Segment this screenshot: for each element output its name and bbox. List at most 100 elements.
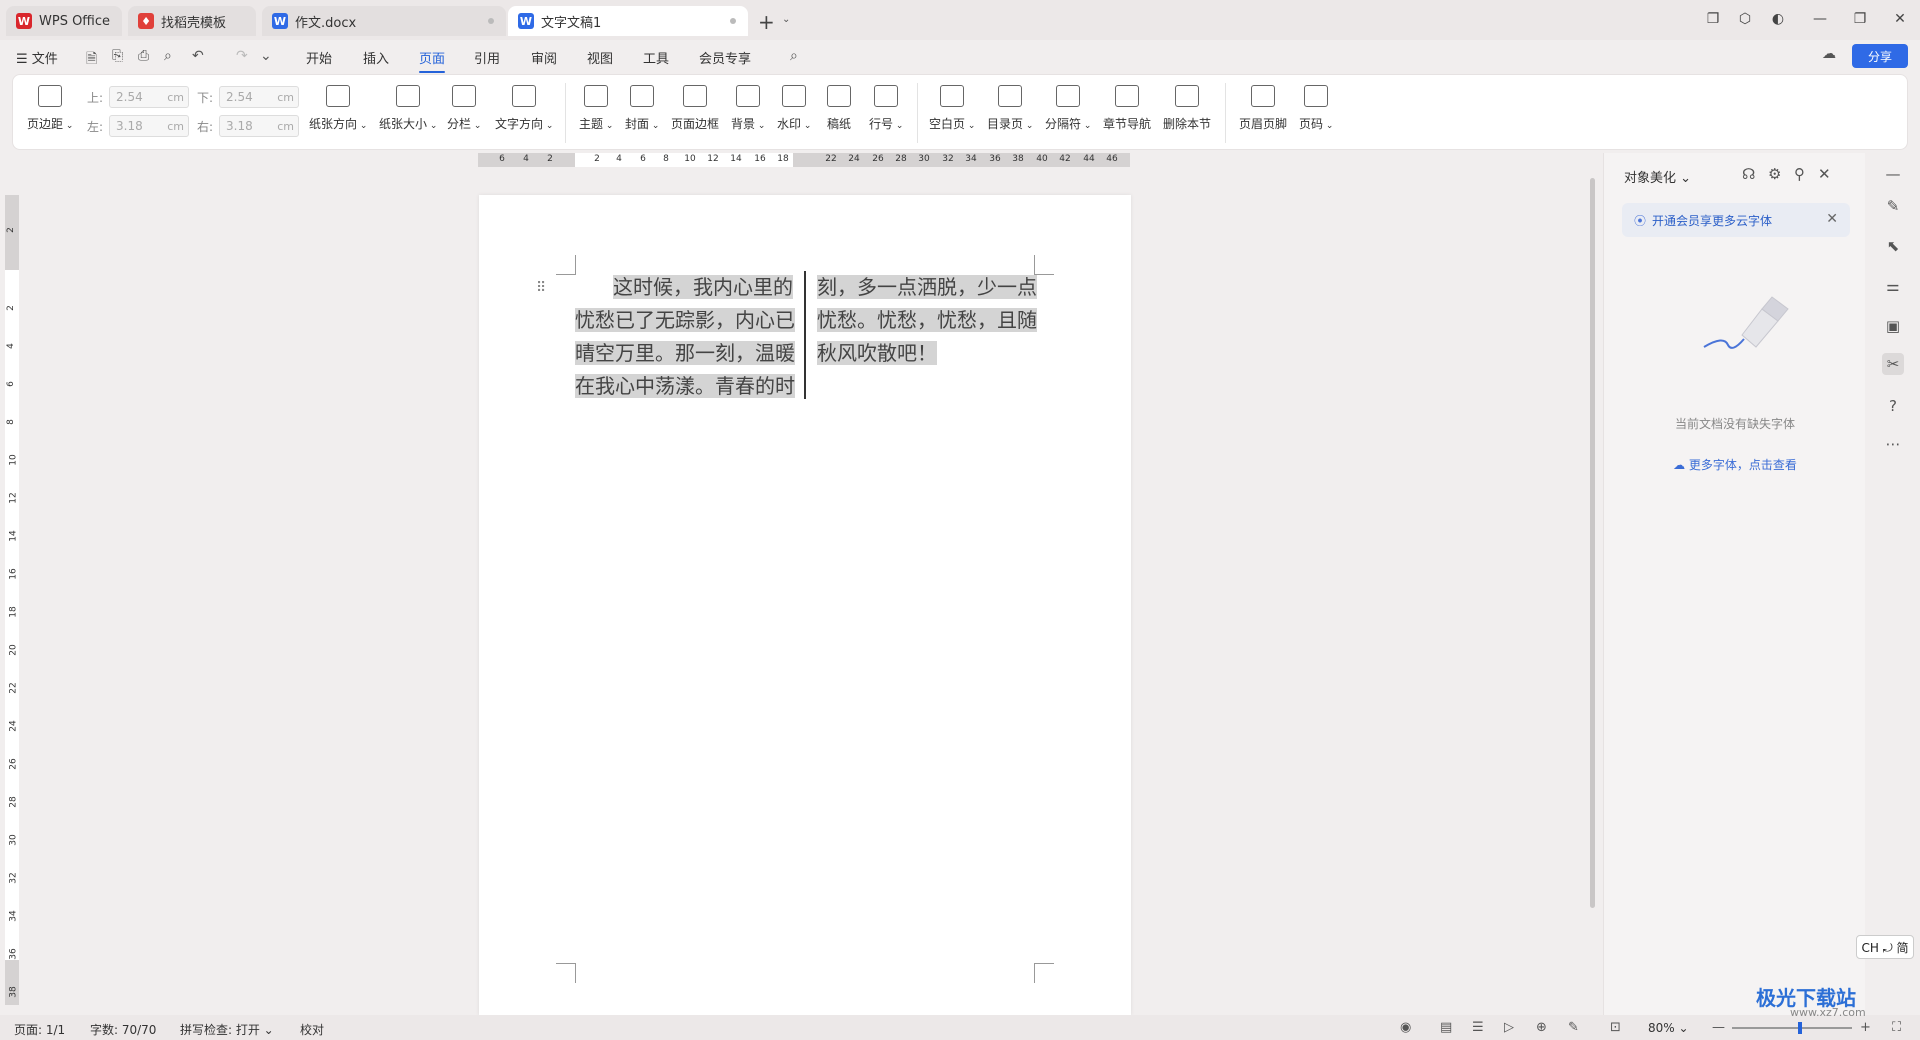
save-icon[interactable]: 🗎: [86, 48, 97, 72]
more-fonts-link[interactable]: ☁ 更多字体，点击查看: [1604, 456, 1866, 473]
pen-icon[interactable]: ✎: [1568, 1020, 1579, 1035]
tab-references[interactable]: 引用: [474, 48, 500, 67]
help-icon[interactable]: ?: [1882, 395, 1904, 417]
watermark-button[interactable]: 水印: [777, 85, 811, 132]
headset-icon[interactable]: ☊: [1742, 165, 1755, 183]
close-icon[interactable]: ✕: [1826, 211, 1838, 227]
margins-button[interactable]: 页边距: [27, 85, 73, 132]
horizontal-ruler[interactable]: 6 4 2 2 4 6 8 10 12 14 16 18 22 24 26 28…: [478, 153, 1130, 167]
vertical-scrollbar[interactable]: [1590, 178, 1595, 908]
vertical-ruler[interactable]: 2 2 4 6 8 10 12 14 16 18 20 22 24 26 28 …: [5, 195, 19, 1005]
blank-page-button[interactable]: 空白页: [929, 85, 975, 132]
gear-icon[interactable]: ⚙: [1768, 165, 1781, 183]
minimize-icon[interactable]: —: [1810, 11, 1830, 27]
tab-insert[interactable]: 插入: [363, 48, 389, 67]
cloud-icon[interactable]: ☁: [1822, 46, 1836, 62]
cube-icon[interactable]: ⬡: [1735, 11, 1755, 27]
manuscript-button[interactable]: 稿纸: [827, 85, 851, 132]
select-cursor-icon[interactable]: ⬉: [1882, 235, 1904, 257]
outline-view-icon[interactable]: ☰: [1472, 1020, 1484, 1035]
top-margin-field[interactable]: 上: 2.54 cm: [87, 86, 189, 108]
text-column-right[interactable]: 刻，多一点洒脱，少一点 忧愁。忧愁，忧愁，且随 秋风吹散吧！: [817, 271, 1037, 370]
new-tab-plus-icon[interactable]: +: [758, 10, 775, 34]
member-promo-banner[interactable]: ⦿ 开通会员享更多云字体 ✕: [1622, 203, 1850, 237]
tab-wps-office[interactable]: W WPS Office: [6, 6, 122, 36]
text-line: 在我心中荡漾。青春的时: [575, 374, 795, 398]
web-view-icon[interactable]: ⊕: [1536, 1020, 1547, 1035]
close-icon[interactable]: ✕: [1818, 165, 1831, 183]
tab-page[interactable]: 页面: [419, 48, 446, 73]
left-margin-field[interactable]: 左: 3.18 cm: [87, 115, 189, 137]
file-menu[interactable]: ☰ 文件: [16, 48, 58, 67]
panel-title[interactable]: 对象美化 ⌄: [1624, 167, 1691, 186]
tab-zuowen-docx[interactable]: W 作文.docx: [262, 6, 506, 36]
tab-label: 找稻壳模板: [161, 15, 227, 31]
bottom-margin-field[interactable]: 下: 2.54 cm: [197, 86, 299, 108]
window-list-icon[interactable]: ❐: [1703, 11, 1723, 27]
restore-icon[interactable]: ❐: [1850, 11, 1870, 27]
edit-pen-icon[interactable]: ✎: [1882, 195, 1904, 217]
more-icon[interactable]: ⋯: [1882, 433, 1904, 455]
redo-icon[interactable]: ↷: [236, 48, 248, 64]
spell-check[interactable]: 拼写检查: 打开 ⌄: [180, 1021, 274, 1038]
tab-review[interactable]: 审阅: [531, 48, 557, 67]
undo-icon[interactable]: ↶: [192, 48, 204, 64]
paper-size-button[interactable]: 纸张大小: [379, 85, 437, 132]
tab-docer-templates[interactable]: ♦ 找稻壳模板: [128, 6, 256, 36]
page-border-button[interactable]: 页面边框: [671, 85, 719, 132]
chevron-down-icon[interactable]: ⌄: [782, 14, 790, 25]
ruler-tick: 26: [8, 758, 19, 770]
zoom-out-icon[interactable]: —: [1712, 1020, 1725, 1035]
adjust-sliders-icon[interactable]: ⚌: [1882, 275, 1904, 297]
print-preview-icon[interactable]: ⌕: [164, 48, 172, 64]
collapse-icon[interactable]: —: [1882, 163, 1904, 185]
paragraph-drag-handle-icon[interactable]: ⠿: [536, 280, 546, 296]
tab-home[interactable]: 开始: [306, 48, 332, 67]
columns-button[interactable]: 分栏: [447, 85, 481, 132]
orientation-button[interactable]: 纸张方向: [309, 85, 367, 132]
ruler-tick: 38: [1012, 154, 1024, 164]
word-count[interactable]: 字数: 70/70: [90, 1021, 156, 1038]
play-icon[interactable]: ▷: [1504, 1020, 1514, 1035]
close-icon[interactable]: ✕: [1890, 11, 1910, 27]
document-page[interactable]: ⠿ 这时候，我内心里的 忧愁已了无踪影，内心已 晴空万里。那一刻，温暖 在我心中…: [479, 195, 1131, 1015]
text-direction-button[interactable]: 文字方向: [495, 85, 553, 132]
toc-page-button[interactable]: 目录页: [987, 85, 1033, 132]
fit-page-icon[interactable]: ⊡: [1610, 1020, 1621, 1035]
separator-button[interactable]: 分隔符: [1045, 85, 1091, 132]
avatar[interactable]: ◐: [1768, 11, 1788, 27]
tab-member[interactable]: 会员专享: [699, 48, 751, 67]
zoom-slider-handle[interactable]: [1798, 1022, 1802, 1034]
beautify-tools-icon[interactable]: ✂: [1882, 353, 1904, 375]
section-nav-button[interactable]: 章节导航: [1103, 85, 1151, 132]
tab-tools[interactable]: 工具: [643, 48, 669, 67]
zoom-slider[interactable]: [1732, 1027, 1852, 1029]
background-button[interactable]: 背景: [731, 85, 765, 132]
delete-section-button[interactable]: 删除本节: [1163, 85, 1211, 132]
image-edit-icon[interactable]: ▣: [1882, 315, 1904, 337]
export-icon[interactable]: ⎘: [112, 48, 123, 64]
text-column-left[interactable]: 这时候，我内心里的 忧愁已了无踪影，内心已 晴空万里。那一刻，温暖 在我心中荡漾…: [575, 271, 795, 403]
page-view-icon[interactable]: ▤: [1440, 1020, 1452, 1035]
zoom-in-icon[interactable]: +: [1860, 1020, 1871, 1035]
cover-button[interactable]: 封面: [625, 85, 659, 132]
more-quick-access-icon[interactable]: ⌄: [260, 48, 272, 64]
theme-button[interactable]: 主题: [579, 85, 613, 132]
page-number-button[interactable]: 页码: [1299, 85, 1333, 132]
header-footer-button[interactable]: 页眉页脚: [1239, 85, 1287, 132]
right-margin-field[interactable]: 右: 3.18 cm: [197, 115, 299, 137]
tab-view[interactable]: 视图: [587, 48, 613, 67]
zoom-level[interactable]: 80% ⌄: [1648, 1021, 1689, 1035]
print-icon[interactable]: ⎙: [138, 48, 149, 64]
ruler-tick: 16: [754, 154, 766, 164]
share-button[interactable]: 分享: [1852, 44, 1908, 68]
fullscreen-icon[interactable]: ⛶: [1892, 1020, 1901, 1035]
line-numbers-button[interactable]: 行号: [869, 85, 903, 132]
tab-document-1[interactable]: W 文字文稿1: [508, 6, 748, 36]
eye-protection-icon[interactable]: ◉: [1400, 1020, 1411, 1035]
search-icon[interactable]: ⌕: [790, 48, 798, 64]
input-method-indicator[interactable]: CH ⤾ 简: [1856, 935, 1914, 959]
proofread[interactable]: 校对: [300, 1021, 324, 1038]
pin-icon[interactable]: ⚲: [1794, 165, 1805, 183]
page-count[interactable]: 页面: 1/1: [14, 1021, 65, 1038]
